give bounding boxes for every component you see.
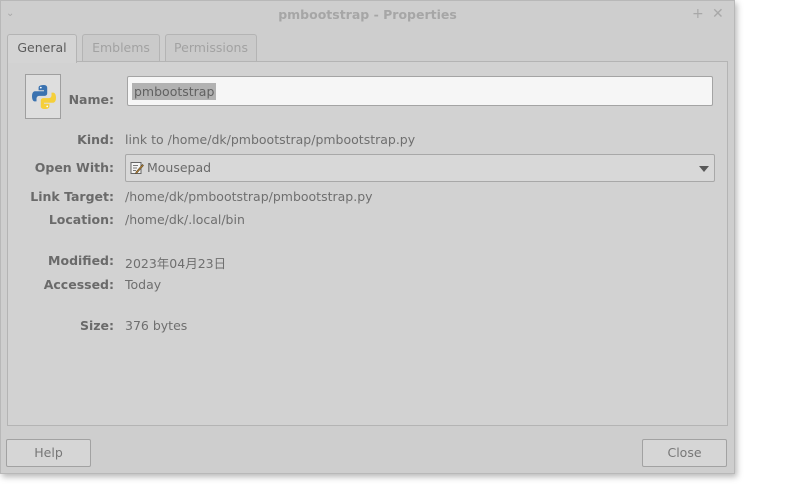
name-label: Name:: [68, 92, 114, 107]
name-input-value: pmbootstrap: [132, 83, 217, 100]
properties-dialog: ⌄ pmbootstrap - Properties + ✕ General E…: [0, 0, 735, 474]
tab-permissions[interactable]: Permissions: [165, 34, 257, 62]
close-button[interactable]: Close: [642, 439, 727, 467]
accessed-value: Today: [125, 277, 162, 292]
stick-icon[interactable]: +: [692, 5, 704, 23]
close-icon[interactable]: ✕: [712, 5, 724, 23]
title-bar[interactable]: ⌄ pmbootstrap - Properties + ✕: [1, 1, 734, 29]
tab-general[interactable]: General: [7, 34, 77, 63]
tab-emblems[interactable]: Emblems: [82, 34, 160, 62]
accessed-label: Accessed:: [43, 277, 114, 292]
window-title: pmbootstrap - Properties: [278, 7, 457, 22]
modified-label: Modified:: [48, 253, 114, 268]
location-label: Location:: [48, 212, 114, 227]
link-target-label: Link Target:: [30, 189, 114, 204]
kind-label: Kind:: [77, 132, 114, 147]
open-with-label: Open With:: [34, 160, 114, 175]
kind-value: link to /home/dk/pmbootstrap/pmbootstrap…: [125, 132, 416, 147]
size-label: Size:: [79, 318, 114, 333]
open-with-combo[interactable]: Mousepad: [125, 154, 715, 182]
link-target-value: /home/dk/pmbootstrap/pmbootstrap.py: [125, 189, 373, 204]
size-value: 376 bytes: [125, 318, 188, 333]
modified-value: 2023年04月23日: [125, 256, 227, 271]
open-with-value: Mousepad: [147, 160, 212, 175]
chevron-down-icon[interactable]: [699, 166, 709, 172]
text-editor-icon: [130, 161, 144, 178]
location-value: /home/dk/.local/bin: [125, 212, 245, 227]
name-input[interactable]: pmbootstrap: [127, 76, 713, 106]
help-button[interactable]: Help: [6, 439, 91, 467]
general-panel: [7, 61, 728, 426]
